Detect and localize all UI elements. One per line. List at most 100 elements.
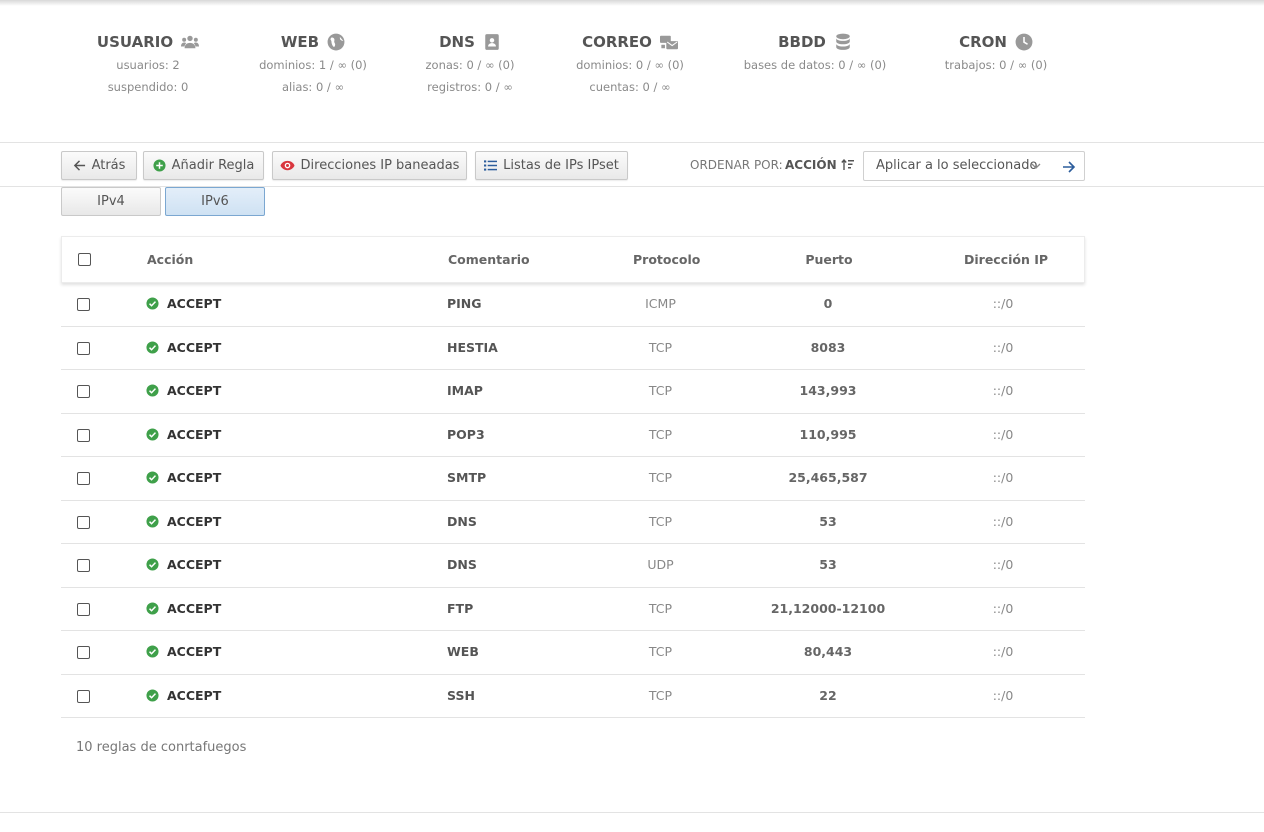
row-checkbox[interactable] [77, 298, 90, 311]
action-value[interactable]: ACCEPT [167, 427, 221, 442]
row-checkbox[interactable] [77, 515, 90, 529]
row-checkbox[interactable] [77, 559, 90, 572]
stat-line: trabajos: 0 / ∞ (0) [944, 58, 1048, 72]
globe-icon [327, 33, 345, 51]
sort-arrows-icon [840, 159, 854, 170]
ip-address-cell: ::/0 [992, 470, 1014, 485]
action-value[interactable]: ACCEPT [167, 383, 221, 398]
table-row[interactable]: ACCEPT IMAP TCP 143,993::/0 [61, 370, 1085, 414]
table-row[interactable]: ACCEPT DNS TCP 53::/0 [61, 501, 1085, 544]
stat-line: bases de datos: 0 / ∞ (0) [743, 58, 887, 72]
stat-title: WEB [280, 33, 320, 51]
action-cell: ACCEPT [146, 470, 221, 485]
table-row[interactable]: ACCEPT WEB TCP 80,443::/0 [61, 631, 1085, 675]
comment-cell: FTP [447, 600, 474, 616]
row-checkbox[interactable] [77, 646, 90, 659]
tab-ipv4[interactable]: IPv4 [61, 187, 161, 216]
header-comment[interactable]: Comentario [448, 252, 530, 267]
stat-cron[interactable]: CRON trabajos: 0 / ∞ (0) [911, 30, 1081, 76]
table-row[interactable]: ACCEPT POP3 TCP 110,995::/0 [61, 414, 1085, 457]
port-cell: 143,993 [799, 383, 857, 398]
stat-line: cuentas: 0 / ∞ [589, 80, 671, 94]
ipset-button[interactable]: Listas de IPs IPset [475, 151, 628, 180]
select-all-checkbox[interactable] [78, 253, 91, 266]
table-row[interactable]: ACCEPT SMTP TCP 25,465,587::/0 [61, 457, 1085, 501]
check-circle-icon [146, 471, 159, 484]
stat-line: suspendido: 0 [107, 80, 189, 94]
port-cell: 53 [819, 557, 837, 572]
firewall-rules-table: Acción Comentario Protocolo Puerto Direc… [61, 236, 1085, 718]
port-cell: 22 [819, 687, 837, 703]
comment-cell: SSH [447, 687, 475, 703]
stat-web[interactable]: WEB dominios: 1 / ∞ (0) alias: 0 / ∞ [228, 30, 398, 98]
action-value[interactable]: ACCEPT [167, 296, 221, 311]
ip-address-cell: ::/0 [992, 426, 1014, 442]
table-row[interactable]: ACCEPT SSH TCP 22::/0 [61, 675, 1085, 718]
ip-address-cell: ::/0 [992, 383, 1014, 398]
row-checkbox[interactable] [77, 472, 90, 485]
check-circle-icon [146, 514, 159, 528]
tab-ipv6[interactable]: IPv6 [165, 187, 265, 216]
protocol-cell: UDP [647, 557, 674, 572]
table-row[interactable]: ACCEPT DNS UDP 53::/0 [61, 544, 1085, 588]
ip-address-cell: ::/0 [992, 600, 1014, 616]
banned-ips-button[interactable]: Direcciones IP baneadas [272, 151, 467, 180]
comment-cell: DNS [447, 557, 477, 572]
clock-icon [1015, 33, 1033, 51]
stat-dns[interactable]: DNS zonas: 0 / ∞ (0) registros: 0 / ∞ [385, 30, 555, 98]
apply-arrow-icon[interactable] [1062, 160, 1076, 174]
comment-cell: PING [447, 296, 482, 311]
action-value[interactable]: ACCEPT [167, 557, 221, 572]
stat-correo[interactable]: CORREO dominios: 0 / ∞ (0) cuentas: 0 / … [545, 30, 715, 98]
action-value[interactable]: ACCEPT [167, 688, 221, 703]
bottom-divider [0, 812, 1264, 813]
comment-cell: POP3 [447, 426, 485, 442]
port-cell: 110,995 [799, 426, 857, 442]
check-circle-icon [146, 688, 159, 702]
comment-cell: WEB [447, 644, 479, 659]
protocol-cell: TCP [648, 687, 673, 703]
arrow-left-icon [73, 160, 85, 171]
bulk-action-label: Aplicar a lo seleccionado [876, 158, 1038, 173]
action-value[interactable]: ACCEPT [167, 340, 221, 355]
check-circle-icon [146, 340, 159, 354]
action-value[interactable]: ACCEPT [167, 601, 221, 616]
comment-cell: IMAP [447, 383, 483, 398]
ip-address-cell: ::/0 [992, 557, 1014, 572]
protocol-cell: TCP [648, 383, 673, 398]
action-cell: ACCEPT [146, 688, 221, 703]
action-cell: ACCEPT [146, 644, 221, 659]
table-row[interactable]: ACCEPT FTP TCP 21,12000-12100::/0 [61, 588, 1085, 631]
action-value[interactable]: ACCEPT [167, 470, 221, 485]
stat-title: USUARIO [96, 33, 174, 51]
ip-address-cell: ::/0 [992, 296, 1014, 311]
back-button[interactable]: Atrás [61, 151, 137, 180]
table-row[interactable]: ACCEPT PING ICMP 0::/0 [61, 283, 1085, 327]
header-ip-address[interactable]: Dirección IP [964, 252, 1048, 267]
header-port[interactable]: Puerto [759, 252, 899, 267]
check-circle-icon [146, 427, 159, 441]
check-circle-icon [146, 558, 159, 571]
row-checkbox[interactable] [77, 689, 90, 703]
add-rule-button[interactable]: Añadir Regla [143, 151, 264, 180]
ip-address-cell: ::/0 [992, 687, 1014, 703]
stat-line: alias: 0 / ∞ [281, 80, 345, 94]
protocol-cell: TCP [648, 470, 673, 485]
action-value[interactable]: ACCEPT [167, 514, 221, 529]
stat-usuario[interactable]: USUARIO usuarios: 2 suspendido: 0 [63, 30, 233, 98]
action-cell: ACCEPT [146, 427, 221, 442]
header-action[interactable]: Acción [147, 252, 193, 267]
stat-bbdd[interactable]: BBDD bases de datos: 0 / ∞ (0) [730, 30, 900, 76]
bulk-action-select[interactable]: Aplicar a lo seleccionado [863, 151, 1085, 181]
header-protocol[interactable]: Protocolo [633, 252, 700, 267]
stat-title: DNS [439, 33, 475, 51]
row-checkbox[interactable] [77, 385, 90, 398]
action-value[interactable]: ACCEPT [167, 644, 221, 659]
row-checkbox[interactable] [77, 341, 90, 355]
table-row[interactable]: ACCEPT HESTIA TCP 8083::/0 [61, 327, 1085, 370]
row-checkbox[interactable] [77, 602, 90, 616]
port-cell: 80,443 [803, 644, 853, 659]
port-cell: 53 [819, 513, 837, 529]
sort-selector[interactable]: ACCIÓN [785, 158, 855, 172]
row-checkbox[interactable] [77, 428, 90, 442]
